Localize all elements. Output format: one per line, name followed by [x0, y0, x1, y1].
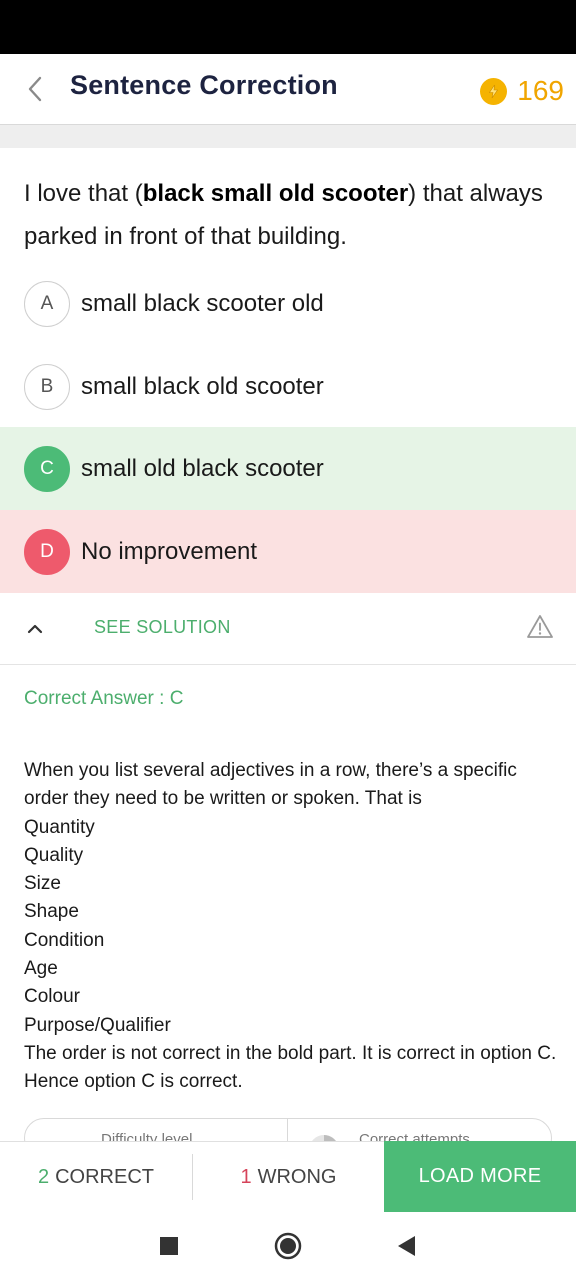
bottom-action-bar: 2 CORRECT 1 WRONG LOAD MORE	[0, 1141, 576, 1212]
recents-button[interactable]	[155, 1232, 183, 1260]
report-warning-icon[interactable]	[526, 613, 554, 641]
explanation-line: Shape	[24, 901, 79, 923]
option-text: small black scooter old	[81, 289, 324, 317]
correct-count-button[interactable]: 2 CORRECT	[0, 1142, 192, 1212]
coin-count: 169	[517, 75, 564, 106]
option-text: small old black scooter	[81, 454, 324, 482]
explanation-line: Quality	[24, 844, 84, 866]
question-text: I love that (black small old scooter) th…	[24, 172, 554, 258]
correct-count: 2	[37, 1165, 50, 1188]
app-header: Sentence Correction 169	[0, 54, 576, 125]
option-letter: B	[24, 363, 70, 410]
option-text: No improvement	[81, 537, 258, 565]
explanation-line: Condition	[24, 929, 105, 951]
see-solution-button[interactable]: SEE SOLUTION	[94, 617, 231, 638]
explanation-line: Quantity	[24, 816, 95, 838]
option-a[interactable]: A small black scooter old	[0, 262, 576, 345]
chevron-left-icon	[28, 76, 42, 102]
option-text: small black old scooter	[81, 372, 324, 400]
question-text-before: I love that (	[24, 180, 143, 207]
home-circle-icon	[274, 1232, 302, 1260]
explanation-line: Purpose/Qualifier	[24, 1014, 171, 1036]
explanation-line: When you list several adjectives in a ro…	[24, 760, 517, 810]
option-letter: A	[24, 280, 70, 327]
question-bold-phrase: black small old scooter	[142, 180, 409, 207]
triangle-back-icon	[398, 1236, 415, 1256]
solution-explanation: When you list several adjectives in a ro…	[24, 757, 559, 1097]
wrong-count-button[interactable]: 1 WRONG	[193, 1142, 384, 1212]
option-b[interactable]: B small black old scooter	[0, 345, 576, 428]
wrong-label: WRONG	[257, 1165, 337, 1188]
home-button[interactable]	[274, 1232, 302, 1260]
explanation-line: Colour	[24, 986, 80, 1008]
wrong-count: 1	[240, 1165, 252, 1188]
back-nav-button[interactable]	[392, 1232, 420, 1260]
option-d[interactable]: D No improvement	[0, 510, 576, 593]
option-letter: D	[24, 528, 70, 575]
correct-label: CORRECT	[55, 1165, 154, 1188]
square-icon	[160, 1237, 178, 1255]
solution-toggle-bar: SEE SOLUTION	[0, 594, 576, 665]
load-more-button[interactable]: LOAD MORE	[384, 1141, 576, 1212]
status-bar	[0, 0, 576, 54]
section-divider	[0, 125, 576, 148]
back-button[interactable]	[18, 72, 52, 106]
coin-icon	[480, 77, 508, 105]
coin-balance[interactable]: 169	[480, 74, 564, 108]
system-navigation-bar	[0, 1212, 576, 1280]
option-letter: C	[24, 445, 70, 492]
explanation-line: The order is not correct in the bold par…	[24, 1042, 557, 1093]
page-title: Sentence Correction	[70, 70, 338, 100]
chevron-up-icon[interactable]	[24, 618, 46, 640]
explanation-line: Age	[24, 958, 58, 980]
correct-answer-label: Correct Answer : C	[24, 688, 184, 709]
option-c[interactable]: C small old black scooter	[0, 427, 576, 510]
explanation-line: Size	[24, 873, 61, 895]
